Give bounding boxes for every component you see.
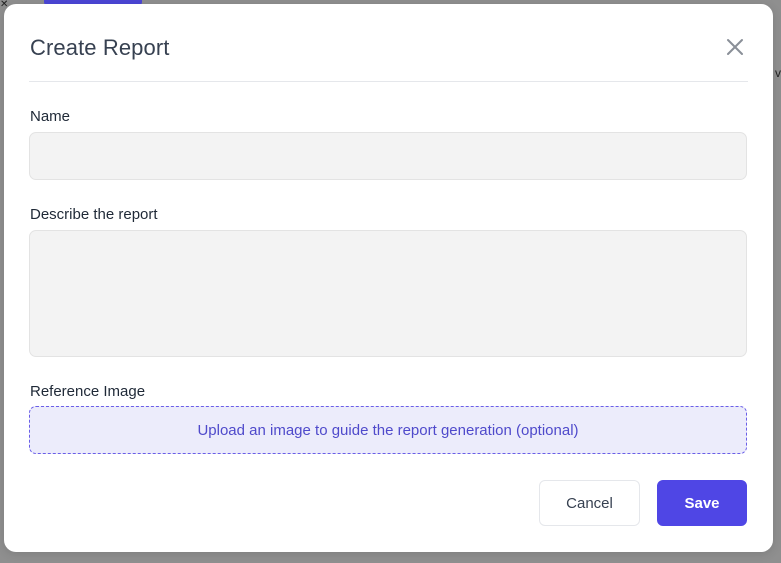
name-input[interactable] bbox=[29, 132, 747, 180]
upload-prompt-text: Upload an image to guide the report gene… bbox=[197, 421, 579, 439]
description-textarea[interactable] bbox=[29, 230, 747, 357]
reference-image-label: Reference Image bbox=[30, 383, 146, 400]
description-label: Describe the report bbox=[30, 206, 158, 223]
close-button[interactable] bbox=[722, 34, 748, 60]
name-label: Name bbox=[30, 108, 71, 125]
dialog-header: Create Report bbox=[29, 4, 748, 82]
dialog-title: Create Report bbox=[30, 35, 170, 60]
backdrop-fragment-right: v bbox=[775, 66, 781, 80]
close-icon bbox=[727, 39, 743, 55]
reference-image-upload[interactable]: Upload an image to guide the report gene… bbox=[29, 406, 747, 454]
cancel-button[interactable]: Cancel bbox=[539, 480, 640, 526]
save-button[interactable]: Save bbox=[657, 480, 747, 526]
create-report-dialog: Create Report Name Describe the report R… bbox=[4, 4, 773, 552]
